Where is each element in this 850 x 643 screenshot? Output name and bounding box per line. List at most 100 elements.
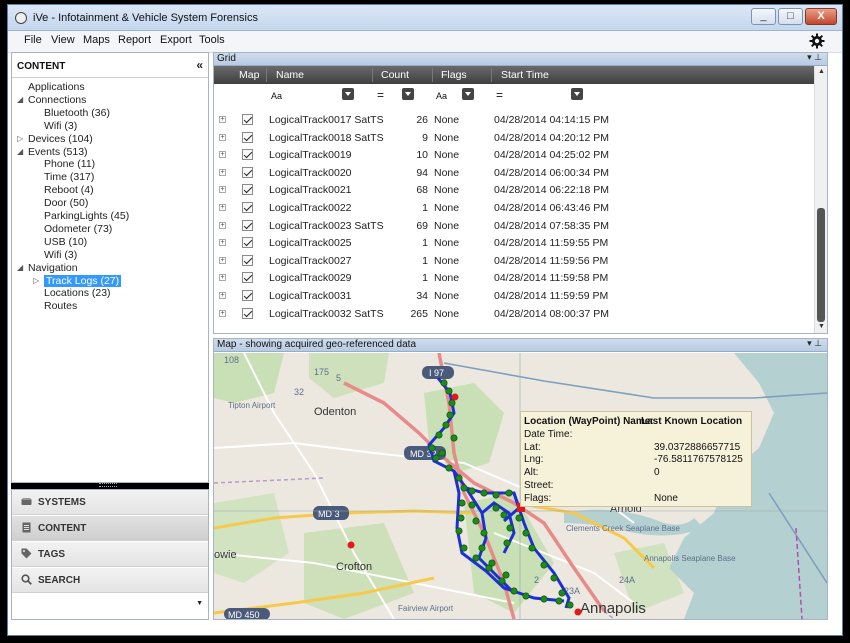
grid-row[interactable]: + LogicalTrack0021 68 None 04/28/2014 06:22:… (214, 181, 814, 199)
waypoint-marker[interactable] (445, 387, 453, 395)
row-expand-icon[interactable]: + (219, 309, 226, 317)
waypoint-marker[interactable] (488, 559, 496, 567)
tree-node-devices-104[interactable]: Devices (104) (28, 133, 93, 145)
waypoint-marker[interactable] (510, 587, 518, 595)
menu-report[interactable]: Report (118, 34, 151, 46)
tree-node-connections[interactable]: Connections (28, 94, 86, 106)
row-expand-icon[interactable]: + (219, 204, 226, 211)
tree-node-applications[interactable]: Applications (28, 81, 85, 93)
waypoint-marker[interactable] (458, 499, 466, 507)
tree-node-track-logs-27[interactable]: Track Logs (27) (44, 274, 122, 287)
col-map[interactable]: Map (239, 69, 259, 81)
waypoint-marker[interactable] (478, 544, 486, 552)
tree-node-time-317[interactable]: Time (317) (44, 171, 94, 183)
waypoint-marker[interactable] (438, 449, 446, 457)
tree-node-locations-23[interactable]: Locations (23) (44, 287, 111, 299)
nav-overflow-chevron-icon[interactable]: ▼ (196, 600, 203, 607)
tree-expander-icon[interactable]: ▷ (17, 134, 23, 143)
waypoint-marker[interactable] (550, 574, 558, 582)
row-expand-icon[interactable]: + (219, 116, 226, 123)
grid-row[interactable]: + LogicalTrack0032 SatTS 265 None 04/28/2014… (214, 305, 814, 323)
menu-maps[interactable]: Maps (83, 34, 110, 46)
waypoint-marker[interactable] (480, 489, 488, 497)
row-map-checkbox[interactable] (242, 202, 253, 213)
waypoint-marker[interactable] (498, 577, 506, 585)
flags-filter-dropdown[interactable] (462, 88, 474, 100)
name-filter-dropdown[interactable] (342, 88, 354, 100)
waypoint-marker[interactable] (528, 544, 536, 552)
col-start-time[interactable]: Start Time (501, 69, 549, 81)
location-marker[interactable] (347, 541, 355, 549)
maximize-button[interactable]: □ (778, 8, 803, 25)
tree-expander-icon[interactable]: ▷ (33, 276, 39, 285)
row-expand-icon[interactable]: + (219, 168, 226, 176)
row-map-checkbox[interactable] (242, 237, 253, 249)
row-map-checkbox[interactable] (242, 272, 253, 284)
waypoint-marker[interactable] (445, 464, 453, 472)
waypoint-marker[interactable] (440, 379, 448, 387)
nav-search[interactable]: SEARCH (12, 568, 208, 593)
waypoint-marker[interactable] (540, 561, 548, 569)
waypoint-marker[interactable] (502, 571, 510, 579)
waypoint-marker[interactable] (435, 431, 443, 439)
waypoint-marker[interactable] (500, 511, 508, 519)
waypoint-marker[interactable] (428, 444, 436, 452)
grid-row[interactable]: + LogicalTrack0031 34 None 04/28/2014 11:59:… (214, 287, 814, 305)
waypoint-marker[interactable] (432, 454, 440, 462)
tree-node-reboot-4[interactable]: Reboot (4) (44, 184, 94, 196)
tree-node-wifi-3[interactable]: Wifi (3) (44, 120, 77, 132)
grid-row[interactable]: + LogicalTrack0017 SatTS 26 None 04/28/2014 … (214, 111, 814, 129)
nav-systems[interactable]: SYSTEMS (12, 490, 208, 515)
waypoint-marker[interactable] (506, 524, 514, 532)
row-map-checkbox[interactable] (242, 254, 253, 266)
waypoint-marker[interactable] (448, 399, 456, 407)
waypoint-marker[interactable] (450, 434, 458, 442)
row-map-checkbox[interactable] (242, 184, 253, 196)
close-button[interactable]: X (805, 8, 837, 25)
row-expand-icon[interactable]: + (219, 186, 226, 194)
waypoint-marker[interactable] (457, 514, 465, 522)
waypoint-marker[interactable] (468, 501, 476, 509)
grid-scroll-thumb[interactable] (817, 208, 825, 322)
row-expand-icon[interactable]: + (219, 151, 226, 159)
waypoint-marker[interactable] (492, 504, 500, 512)
waypoint-marker[interactable] (522, 592, 530, 600)
row-map-checkbox[interactable] (242, 219, 253, 231)
grid-row[interactable]: + LogicalTrack0027 1 None 04/28/2014 11:59:5… (214, 252, 814, 270)
waypoint-marker[interactable] (566, 601, 574, 609)
grid-row[interactable]: + LogicalTrack0025 1 None 04/28/2014 11:59:5… (214, 234, 814, 252)
location-marker[interactable] (451, 393, 459, 401)
waypoint-marker[interactable] (455, 527, 463, 535)
grid-row[interactable]: + LogicalTrack0023 SatTS 69 None 04/28/2014 … (214, 217, 814, 235)
waypoint-marker[interactable] (455, 474, 463, 482)
menu-tools[interactable]: Tools (199, 34, 225, 46)
tree-node-navigation[interactable]: Navigation (28, 262, 78, 274)
map-panel-pin-icon[interactable]: ▾ ⊥ (807, 338, 822, 349)
waypoint-marker[interactable] (503, 539, 511, 547)
minimize-button[interactable]: _ (751, 8, 776, 25)
tree-node-usb-10[interactable]: USB (10) (44, 236, 87, 248)
waypoint-marker[interactable] (460, 484, 468, 492)
col-name[interactable]: Name (276, 69, 304, 81)
waypoint-marker[interactable] (460, 544, 468, 552)
grid-row[interactable]: + LogicalTrack0029 1 None 04/28/2014 11:59:5… (214, 269, 814, 287)
waypoint-marker[interactable] (515, 514, 523, 522)
row-map-checkbox[interactable] (242, 290, 253, 301)
tree-expander-icon[interactable]: ◢ (17, 95, 23, 104)
waypoint-marker[interactable] (446, 411, 454, 419)
menu-export[interactable]: Export (160, 34, 192, 46)
col-count[interactable]: Count (381, 69, 409, 81)
row-map-checkbox[interactable] (242, 131, 253, 143)
settings-gear-icon[interactable] (809, 33, 825, 49)
grid-panel-pin-icon[interactable]: ▾ ⊥ (807, 52, 822, 63)
row-map-checkbox[interactable] (242, 307, 253, 319)
waypoint-marker[interactable] (472, 554, 480, 562)
tree-node-wifi-3[interactable]: Wifi (3) (44, 249, 77, 261)
location-marker[interactable] (574, 608, 582, 616)
tree-node-parkinglights-45[interactable]: ParkingLights (45) (44, 210, 129, 222)
waypoint-marker[interactable] (472, 517, 480, 525)
waypoint-marker[interactable] (492, 491, 500, 499)
tree-node-routes[interactable]: Routes (44, 300, 77, 312)
col-flags[interactable]: Flags (441, 69, 467, 81)
tree-node-door-50[interactable]: Door (50) (44, 197, 88, 209)
